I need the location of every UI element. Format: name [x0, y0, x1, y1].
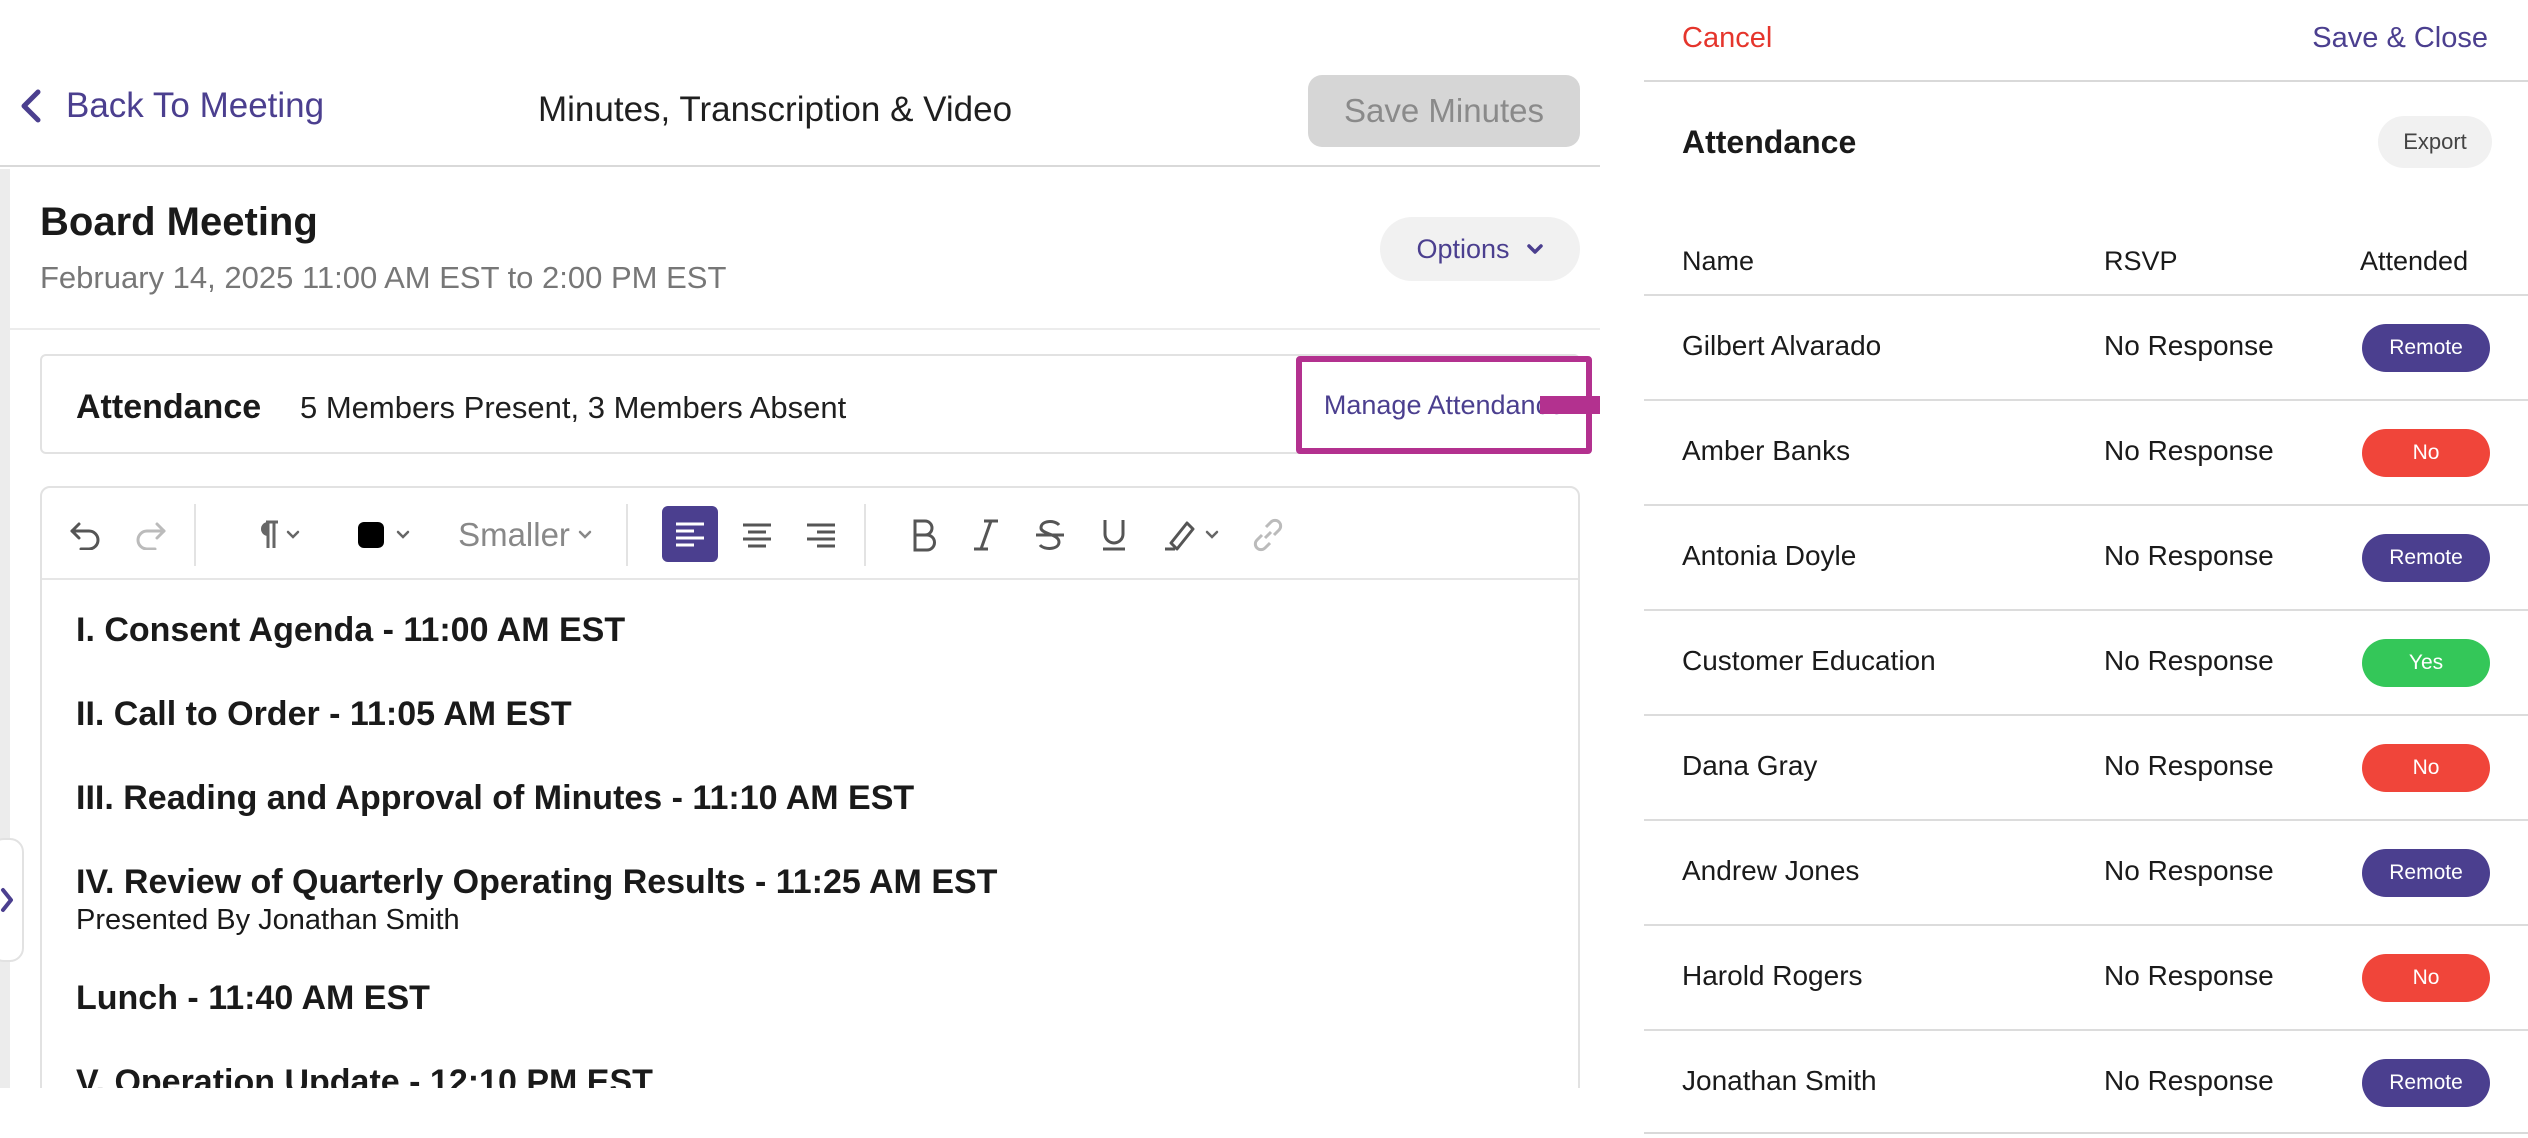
attendee-name: Jonathan Smith [1682, 1065, 1877, 1096]
attendee-name: Harold Rogers [1682, 960, 1863, 991]
editor-toolbar: Smaller [42, 488, 1578, 580]
attendee-rsvp: No Response [2104, 645, 2274, 676]
page-title: Minutes, Transcription & Video [538, 90, 1013, 129]
underline-icon[interactable] [1092, 510, 1136, 560]
column-header-rsvp: RSVP [2104, 246, 2178, 276]
attendee-rsvp: No Response [2104, 960, 2274, 991]
divider [1644, 80, 2528, 82]
minutes-editor-panel: Back To Meeting Minutes, Transcription &… [0, 0, 1600, 1088]
attended-status-badge[interactable]: No [2362, 744, 2490, 792]
attended-status-badge[interactable]: No [2362, 954, 2490, 1002]
column-header-name: Name [1682, 246, 1755, 276]
align-center-icon[interactable] [732, 510, 782, 560]
attendee-name: Dana Gray [1682, 750, 1818, 781]
attended-status-badge[interactable]: No [2362, 429, 2490, 477]
attendee-name: Amber Banks [1682, 435, 1851, 466]
attendee-rsvp: No Response [2104, 750, 2274, 781]
agenda-heading: Lunch - 11:40 AM EST [76, 979, 430, 1017]
toolbar-divider [864, 504, 866, 566]
attendee-row: Gilbert Alvarado No Response Remote [1644, 294, 2528, 399]
back-to-meeting-link[interactable]: Back To Meeting [18, 86, 324, 126]
agenda-heading: II. Call to Order - 11:05 AM EST [76, 695, 572, 733]
attended-status-badge[interactable]: Remote [2362, 534, 2490, 582]
agenda-subtext: Presented By Jonathan Smith [76, 904, 460, 936]
toolbar-divider [194, 504, 196, 566]
undo-icon[interactable] [64, 510, 108, 560]
attendee-rsvp: No Response [2104, 540, 2274, 571]
agenda-heading: III. Reading and Approval of Minutes - 1… [76, 779, 915, 817]
callout-arrow-icon [1540, 396, 1600, 414]
divider [10, 328, 1600, 330]
panel-title: Attendance [1682, 124, 1857, 160]
agenda-heading: IV. Review of Quarterly Operating Result… [76, 863, 998, 901]
attendee-row: Andrew Jones No Response Remote [1644, 819, 2528, 924]
attended-status-badge[interactable]: Remote [2362, 324, 2490, 372]
paragraph-style-dropdown[interactable] [242, 510, 312, 560]
attendance-summary-card: Attendance 5 Members Present, 3 Members … [40, 354, 1592, 454]
chevron-down-icon [286, 530, 300, 539]
rich-text-editor: Smaller I. Consent Agenda - 11:00 AM EST… [40, 486, 1580, 1088]
highlighter-icon [1165, 521, 1195, 551]
attendee-name: Andrew Jones [1682, 855, 1860, 886]
chevron-down-icon [1526, 244, 1543, 254]
paragraph-icon [261, 520, 278, 548]
expand-sidebar-tab[interactable] [0, 838, 24, 962]
options-label: Options [1416, 233, 1510, 264]
attendee-row: Antonia Doyle No Response Remote [1644, 504, 2528, 609]
export-button[interactable]: Export [2378, 116, 2492, 168]
attended-status-badge[interactable]: Remote [2362, 849, 2490, 897]
attendee-rsvp: No Response [2104, 855, 2274, 886]
column-header-attended: Attended [2360, 246, 2469, 276]
agenda-heading: V. Operation Update - 12:10 PM EST [76, 1063, 653, 1088]
bold-icon[interactable] [902, 510, 946, 560]
align-left-icon[interactable] [662, 506, 718, 562]
chevron-down-icon [578, 530, 592, 539]
attendee-rsvp: No Response [2104, 330, 2274, 361]
attended-status-badge[interactable]: Remote [2362, 1059, 2490, 1107]
toolbar-divider [626, 504, 628, 566]
strikethrough-icon[interactable] [1028, 510, 1072, 560]
document-body[interactable]: I. Consent Agenda - 11:00 AM EST II. Cal… [76, 610, 1556, 1088]
attendance-summary: 5 Members Present, 3 Members Absent [300, 390, 847, 425]
link-icon[interactable] [1246, 510, 1290, 560]
attendee-name: Customer Education [1682, 645, 1936, 676]
meeting-title: Board Meeting [40, 200, 318, 244]
attendee-row: Amber Banks No Response No [1644, 399, 2528, 504]
attendee-name: Antonia Doyle [1682, 540, 1857, 571]
cancel-button[interactable]: Cancel [1682, 22, 1772, 55]
align-right-icon[interactable] [796, 510, 846, 560]
back-to-meeting-label: Back To Meeting [66, 86, 325, 125]
chevron-down-icon [396, 530, 410, 539]
text-color-dropdown[interactable] [348, 510, 418, 560]
editor-header: Back To Meeting Minutes, Transcription &… [0, 0, 1600, 167]
options-button[interactable]: Options [1380, 217, 1580, 281]
italic-icon[interactable] [964, 510, 1008, 560]
save-close-button[interactable]: Save & Close [2312, 22, 2488, 55]
attended-status-badge[interactable]: Yes [2362, 639, 2490, 687]
agenda-heading: I. Consent Agenda - 11:00 AM EST [76, 611, 626, 649]
highlight-dropdown[interactable] [1156, 510, 1226, 560]
attendee-row: Customer Education No Response Yes [1644, 609, 2528, 714]
attendee-row: Jonathan Smith No Response Remote [1644, 1029, 2528, 1134]
meeting-date: February 14, 2025 11:00 AM EST to 2:00 P… [40, 260, 727, 295]
attendee-rsvp: No Response [2104, 435, 2274, 466]
chevron-right-icon [1, 888, 13, 912]
divider [1644, 1132, 2528, 1134]
redo-icon[interactable] [128, 510, 172, 560]
attendance-label: Attendance [76, 388, 262, 426]
chevron-down-icon [1205, 530, 1219, 539]
attendee-name: Gilbert Alvarado [1682, 330, 1882, 361]
chevron-left-icon [21, 89, 41, 123]
save-minutes-button[interactable]: Save Minutes [1308, 75, 1580, 147]
font-size-dropdown[interactable]: Smaller [450, 510, 600, 560]
attendee-rsvp: No Response [2104, 1065, 2274, 1096]
attendee-row: Harold Rogers No Response No [1644, 924, 2528, 1029]
attendee-row: Dana Gray No Response No [1644, 714, 2528, 819]
font-size-label: Smaller [458, 516, 570, 553]
attendance-panel: Cancel Save & Close Attendance Export Na… [1644, 0, 2528, 1138]
color-swatch-icon [358, 522, 384, 548]
